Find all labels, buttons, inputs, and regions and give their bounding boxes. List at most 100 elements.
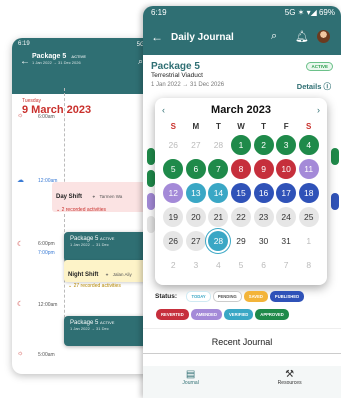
peek-day-indicator [147,193,155,210]
status-legend: Status: TODAY PENDING SAVED PUBLISHED REVERT… [155,288,335,324]
back-arrow-icon[interactable]: ← [151,30,163,44]
nav-item-journal[interactable]: ▤ Journal [182,366,198,398]
status-chip: REVERTED [156,309,189,321]
status-chip: TODAY [186,291,211,303]
nav-label: Journal [182,380,199,386]
peek-day-indicator [147,148,155,165]
calendar-nav: ‹ March 2023 › [162,104,320,116]
calendar-day[interactable]: 14 [208,183,229,203]
status-label: Status: [155,293,178,301]
calendar-day[interactable]: 7 [208,159,229,179]
package-subtitle: Terrestrial Viaduct [151,72,203,79]
calendar-day[interactable]: 12 [163,183,184,203]
chevron-right-icon[interactable]: › [317,105,320,115]
status-time: 6:19 [151,8,167,17]
calendar-day[interactable]: 5 [163,159,184,179]
status-chip: VERIFIED [223,309,254,321]
status-chip: SAVED [243,291,268,303]
calendar-day[interactable]: 21 [208,207,229,227]
calendar-day[interactable]: 17 [276,183,297,203]
shift-timeline: ☼ 6:00am ☁ 12:00am ☾ 6:00pm 7:00pm ☾ 12:… [12,88,162,358]
calendar-day[interactable]: 26 [163,135,183,155]
calendar-day[interactable]: 13 [185,183,206,203]
month-calendar: ‹ March 2023 › S M T W T F S 26 27 28 1 2 3 4 5 6 7 8 9 10 1… [155,98,327,285]
weekday-header: T [261,122,266,131]
calendar-day[interactable]: 1 [230,135,251,155]
chevron-left-icon[interactable]: ‹ [162,105,165,115]
day-shift-location: Tarmen Wa [99,194,123,199]
sun-shift-icon: ☼ [17,350,24,357]
calendar-day[interactable]: 10 [276,159,297,179]
calendar-day[interactable]: 31 [276,231,296,251]
calendar-day[interactable]: 4 [298,135,319,155]
calendar-day[interactable]: 23 [253,207,274,227]
search-icon[interactable]: ⌕ [271,30,277,43]
calendar-day[interactable]: 1 [299,231,319,251]
status-chip: AMENDED [190,309,222,321]
resources-icon: ⚒ [285,369,295,380]
calendar-day[interactable]: 29 [231,231,251,251]
calendar-day[interactable]: 28 [208,135,228,155]
package-info: Package 5 Terrestrial Viaduct 1 Jan 2022… [143,55,341,91]
calendar-day[interactable]: 27 [185,231,206,251]
calendar-day[interactable]: 3 [186,255,206,275]
recent-journal-header: Recent Journal [143,328,341,354]
calendar-day[interactable]: 16 [253,183,274,203]
weekday-header: T [215,122,221,131]
calendar-day[interactable]: 5 [231,255,251,275]
calendar-day[interactable]: 26 [163,231,184,251]
calendar-day[interactable]: 24 [276,207,297,227]
background-active-badge: ACTIVE [71,54,86,59]
calendar-day[interactable]: 4 [208,255,228,275]
status-bar: 6:19 5G ✶ ▾◢ 69% [151,8,335,17]
calendar-day[interactable]: 8 [299,255,319,275]
status-icons: 5G ✶ ▾◢ 69% [284,8,335,17]
back-arrow-icon[interactable]: ← [20,56,30,67]
calendar-day[interactable]: 18 [298,183,319,203]
sun-shift-icon: ☼ [17,112,24,119]
timeline-time: 5:00am [38,352,55,358]
peek-day-indicator [147,216,155,233]
calendar-day[interactable]: 7 [276,255,296,275]
night-shift-title: Night Shift [68,272,99,278]
timeline-time: 12:00am [38,302,58,308]
weekday-header: W [237,122,245,131]
nav-item-resources[interactable]: ⚒ Resources [278,366,302,398]
journal-icon: ▤ [185,369,196,380]
calendar-day[interactable]: 19 [163,207,184,227]
peek-day-indicator [331,193,339,210]
calendar-day[interactable]: 11 [298,159,319,179]
calendar-day[interactable]: 9 [253,159,274,179]
status-chip: PUBLISHED [269,291,305,303]
calendar-day[interactable]: 2 [253,135,274,155]
calendar-day[interactable]: 3 [276,135,297,155]
calendar-grid: S M T W T F S 26 27 28 1 2 3 4 5 6 7 8 9 10 11 12 13 14 15 16 17 18… [162,122,320,275]
avatar[interactable] [317,30,330,43]
calendar-day[interactable]: 6 [254,255,274,275]
peek-day-indicator [331,148,339,165]
location-icon: ⌖ [92,194,96,199]
calendar-day[interactable]: 8 [230,159,251,179]
calendar-day[interactable]: 15 [230,183,251,203]
calendar-day-today[interactable]: 28 [208,231,229,251]
status-chip: APPROVED [255,309,289,321]
calendar-day[interactable]: 6 [185,159,206,179]
moon-icon: ☾ [17,241,24,248]
bell-icon[interactable]: 🔔︎ [295,30,309,43]
weekday-header: M [192,122,200,131]
timeline-time: 7:00pm [38,250,55,256]
night-shift-count: 27 recorded activities [73,283,121,289]
status-badge: ACTIVE [306,62,333,71]
calendar-month-label: March 2023 [211,104,271,116]
calendar-day[interactable]: 27 [186,135,206,155]
details-button[interactable]: Details ⓘ [297,81,331,92]
calendar-day[interactable]: 22 [230,207,251,227]
cloud-icon: ☁ [17,177,24,184]
bottom-nav: ▤ Journal ⚒ Resources [143,366,341,398]
calendar-day[interactable]: 25 [298,207,319,227]
calendar-day[interactable]: 30 [254,231,274,251]
background-status-bar: 6:19 5G ✶ ▾ [18,41,156,48]
calendar-day[interactable]: 2 [163,255,183,275]
info-icon: ⓘ [323,82,332,91]
calendar-day[interactable]: 20 [185,207,206,227]
